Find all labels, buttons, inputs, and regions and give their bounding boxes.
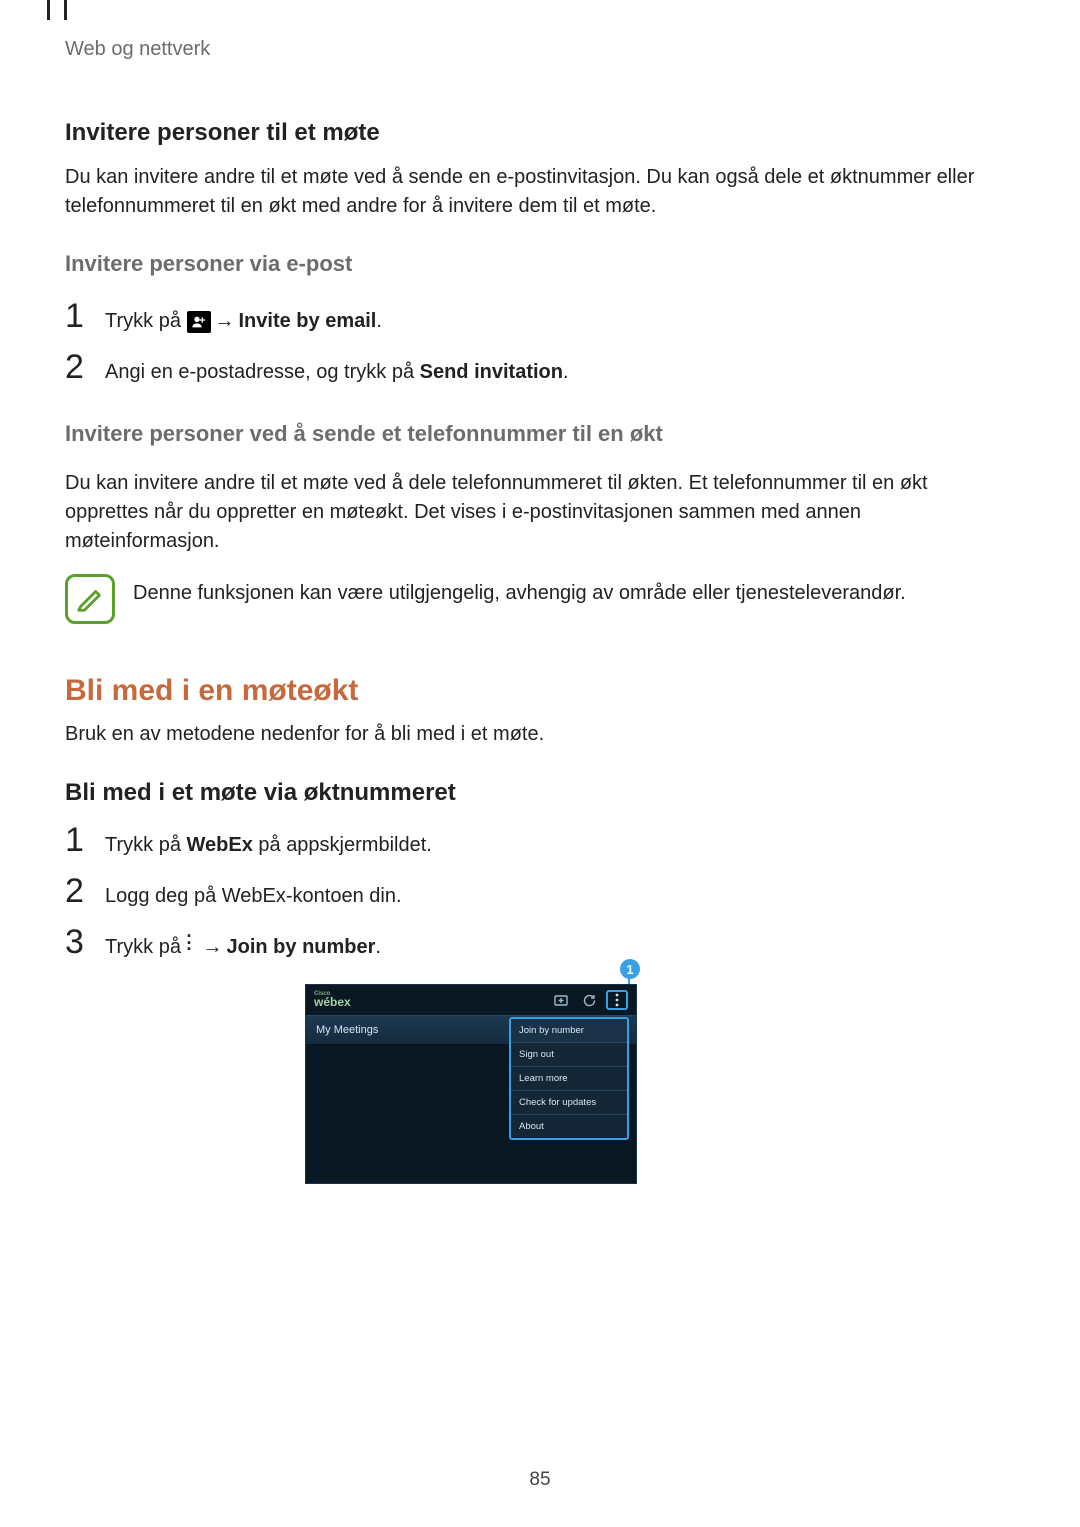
- menu-learn-more[interactable]: Learn more: [511, 1067, 627, 1091]
- overflow-dropdown: Join by number Sign out Learn more Check…: [509, 1017, 629, 1140]
- step-text: Logg deg på WebEx-kontoen din.: [105, 882, 402, 911]
- callout-1: 1: [620, 959, 640, 979]
- breadcrumb: Web og nettverk: [65, 38, 1015, 61]
- plus-icon[interactable]: [550, 990, 572, 1010]
- step-number: 2: [65, 350, 105, 384]
- note-block: Denne funksjonen kan være utilgjengelig,…: [65, 574, 1015, 624]
- step-text: Angi en e-postadresse, og trykk på Send …: [105, 358, 569, 387]
- step-2-join: 2 Logg deg på WebEx-kontoen din.: [65, 874, 1015, 911]
- note-text: Denne funksjonen kan være utilgjengelig,…: [133, 574, 906, 605]
- page-number: 85: [0, 1469, 1080, 1491]
- arrow-icon: →: [199, 936, 227, 958]
- heading-invite: Invitere personer til et møte: [65, 119, 1015, 147]
- note-icon: [65, 574, 115, 624]
- arrow-icon: →: [211, 310, 239, 332]
- subheading-join-number: Bli med i et møte via øktnummeret: [65, 779, 1015, 807]
- step-number: 3: [65, 925, 105, 959]
- intro-join: Bruk en av metodene nedenfor for å bli m…: [65, 720, 1015, 749]
- step-number: 1: [65, 823, 105, 857]
- step-3-join: 3 Trykk på ···→Join by number.: [65, 925, 1015, 962]
- step-1-join: 1 Trykk på WebEx på appskjermbildet.: [65, 823, 1015, 860]
- overflow-menu-icon: ···: [187, 933, 199, 952]
- add-person-icon: [187, 311, 211, 333]
- step-number: 2: [65, 874, 105, 908]
- step-2-email: 2 Angi en e-postadresse, og trykk på Sen…: [65, 350, 1015, 387]
- menu-sign-out[interactable]: Sign out: [511, 1043, 627, 1067]
- step-number: 1: [65, 299, 105, 333]
- intro-invite: Du kan invitere andre til et møte ved å …: [65, 163, 1015, 221]
- page-content: Web og nettverk Invitere personer til et…: [0, 0, 1080, 1184]
- step-text: Trykk på ···→Join by number.: [105, 933, 381, 962]
- menu-check-updates[interactable]: Check for updates: [511, 1091, 627, 1115]
- subheading-email: Invitere personer via e-post: [65, 251, 1015, 277]
- step-1-email: 1 Trykk på →Invite by email.: [65, 299, 1015, 336]
- app-screenshot: 1 2 Cisco wébex My Meetings Join by numb…: [305, 984, 637, 1184]
- overflow-menu-button[interactable]: [606, 990, 628, 1010]
- webex-window: Cisco wébex My Meetings Join by number S…: [305, 984, 637, 1184]
- webex-header: Cisco wébex: [306, 985, 636, 1015]
- subheading-phone: Invitere personer ved å sende et telefon…: [65, 421, 1015, 447]
- heading-join: Bli med i en møteøkt: [65, 674, 1015, 708]
- step-text: Trykk på WebEx på appskjermbildet.: [105, 831, 432, 860]
- step-text: Trykk på →Invite by email.: [105, 307, 382, 336]
- menu-join-by-number[interactable]: Join by number: [511, 1019, 627, 1043]
- refresh-icon[interactable]: [578, 990, 600, 1010]
- page-top-crop-mark: [47, 0, 67, 20]
- body-phone: Du kan invitere andre til et møte ved å …: [65, 469, 1015, 556]
- webex-logo: Cisco wébex: [314, 992, 351, 1009]
- menu-about[interactable]: About: [511, 1115, 627, 1138]
